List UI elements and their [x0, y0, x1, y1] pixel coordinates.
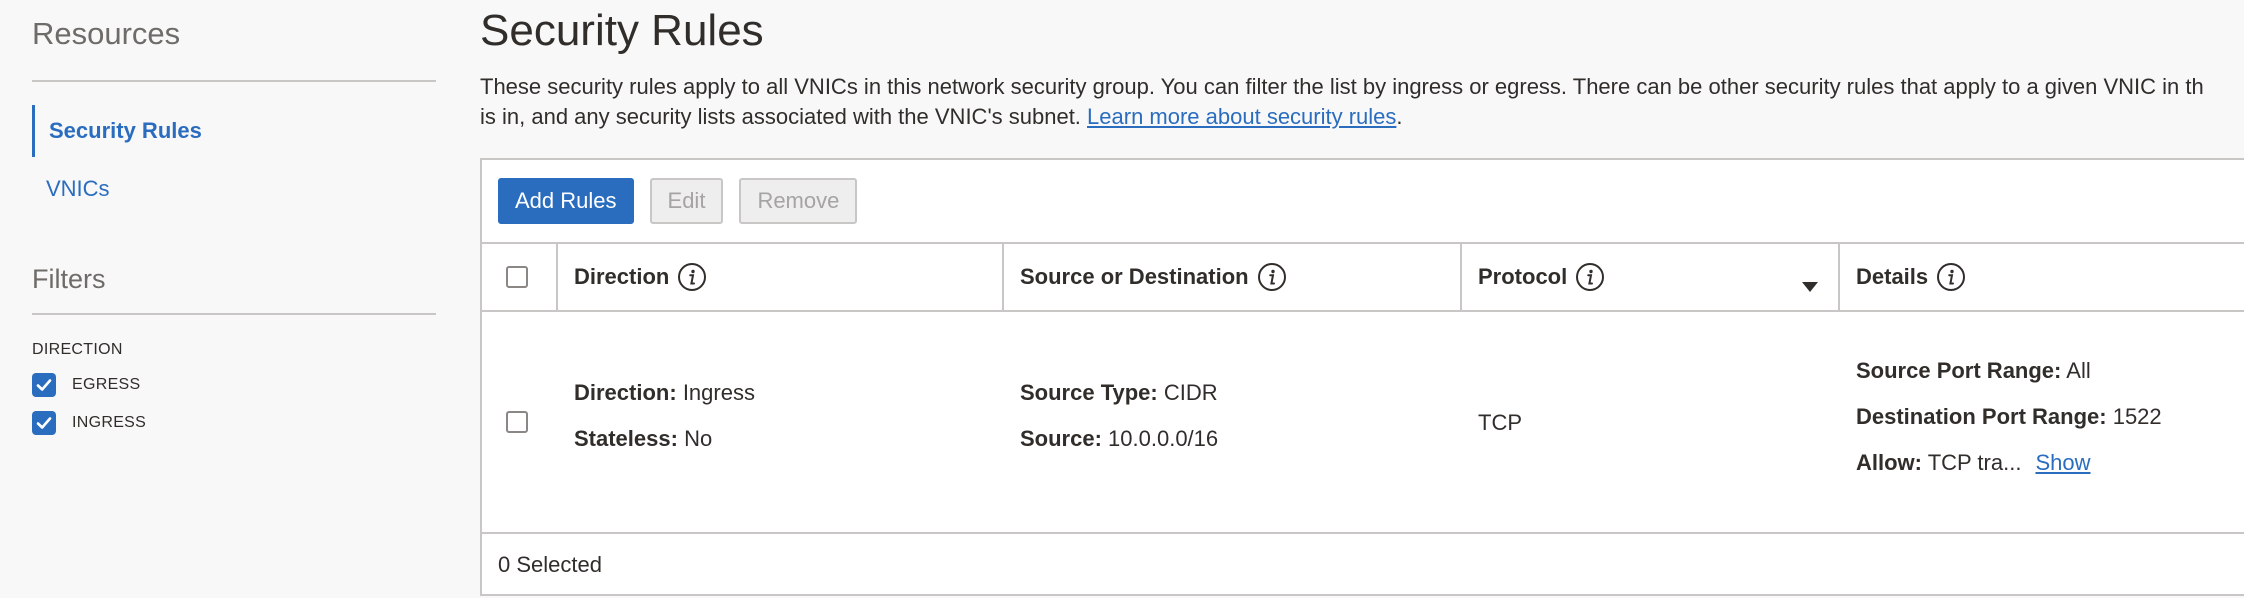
table-header: Direction Source or Destination Protocol [482, 242, 2244, 312]
filter-egress[interactable]: EGRESS [32, 372, 141, 398]
remove-button[interactable]: Remove [739, 178, 858, 224]
page-title: Security Rules [480, 6, 764, 55]
checkmark-icon [36, 379, 52, 391]
filter-ingress[interactable]: INGRESS [32, 410, 146, 436]
destination-port-key: Destination Port Range: [1856, 404, 2107, 429]
filters-divider [32, 313, 436, 315]
description-line-1: These security rules apply to all VNICs … [480, 74, 2204, 99]
info-icon[interactable] [1257, 262, 1287, 292]
description-line-2: is in, and any security lists associated… [480, 102, 2244, 132]
egress-checkbox[interactable] [32, 373, 56, 397]
source-key: Source: [1020, 426, 1102, 451]
source-dest-header-label: Source or Destination [1020, 264, 1249, 289]
stateless-key: Stateless: [574, 426, 678, 451]
direction-key: Direction: [574, 380, 677, 405]
info-icon[interactable] [1575, 262, 1605, 292]
source-cell: Source: 10.0.0.0/16 [1020, 426, 1218, 452]
security-rules-panel: Add Rules Edit Remove Direction Source o… [480, 158, 2244, 596]
sidebar-item-vnics[interactable]: VNICs [32, 163, 436, 215]
sort-down-icon[interactable] [1802, 272, 1818, 298]
header-select-all-cell [482, 244, 558, 310]
stateless-value: No [684, 426, 713, 451]
add-rules-button[interactable]: Add Rules [498, 178, 634, 224]
direction-filter-label: DIRECTION [32, 341, 123, 358]
allow-key: Allow: [1856, 450, 1922, 475]
destination-port-value: 1522 [2112, 404, 2162, 429]
source-port-value: All [2066, 358, 2091, 383]
show-link[interactable]: Show [2035, 450, 2090, 475]
source-type-cell: Source Type: CIDR [1020, 380, 1218, 406]
destination-port-range-cell: Destination Port Range: 1522 [1856, 404, 2162, 430]
column-header-source-destination[interactable]: Source or Destination [1004, 244, 1462, 310]
filters-heading: Filters [32, 264, 106, 294]
info-icon[interactable] [1936, 262, 1966, 292]
protocol-header-label: Protocol [1478, 264, 1568, 289]
egress-label: EGRESS [72, 376, 141, 393]
direction-header-label: Direction [574, 264, 670, 289]
column-header-details[interactable]: Details [1840, 244, 2244, 310]
sidebar-item-security-rules[interactable]: Security Rules [32, 105, 436, 157]
resources-sidebar: Resources Security Rules VNICs Filters D… [32, 0, 436, 598]
checkmark-icon [36, 417, 52, 429]
info-icon[interactable] [677, 262, 707, 292]
ingress-checkbox[interactable] [32, 411, 56, 435]
learn-more-link[interactable]: Learn more about security rules [1087, 104, 1396, 129]
source-port-key: Source Port Range: [1856, 358, 2062, 383]
selected-count: 0 Selected [498, 552, 602, 577]
select-all-checkbox[interactable] [506, 266, 528, 288]
rules-toolbar: Add Rules Edit Remove [498, 178, 858, 224]
allow-value: TCP tra... [1927, 450, 2022, 475]
allow-cell: Allow: TCP tra... Show [1856, 450, 2091, 476]
source-type-value: CIDR [1163, 380, 1218, 405]
protocol-cell: TCP [1478, 410, 1522, 435]
row-checkbox[interactable] [506, 411, 528, 433]
stateless-cell: Stateless: No [574, 426, 712, 452]
main-content: Security Rules These security rules appl… [480, 0, 2244, 598]
direction-cell: Direction: Ingress [574, 380, 755, 406]
source-type-key: Source Type: [1020, 380, 1158, 405]
direction-value: Ingress [682, 380, 755, 405]
resources-divider [32, 80, 436, 82]
description-text: is in, and any security lists associated… [480, 104, 1088, 129]
column-header-protocol[interactable]: Protocol [1462, 244, 1840, 310]
source-value: 10.0.0.0/16 [1108, 426, 1219, 451]
edit-button[interactable]: Edit [649, 178, 724, 224]
ingress-label: INGRESS [72, 414, 147, 431]
resources-heading: Resources [32, 16, 181, 51]
page-description: These security rules apply to all VNICs … [480, 72, 2244, 132]
table-row[interactable]: Direction: Ingress Stateless: No Source … [482, 312, 2244, 534]
source-port-range-cell: Source Port Range: All [1856, 358, 2091, 384]
column-header-direction[interactable]: Direction [558, 244, 1004, 310]
description-period: . [1396, 104, 1403, 129]
details-header-label: Details [1856, 264, 1929, 289]
